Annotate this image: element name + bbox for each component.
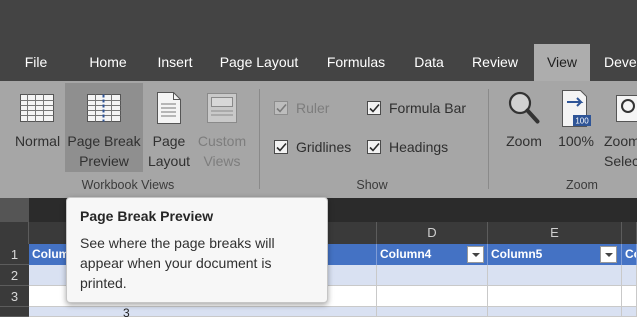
ruler-checkbox[interactable]	[274, 101, 288, 115]
group-divider	[259, 89, 260, 189]
page-layout-label-line1: Page	[152, 133, 186, 149]
zoom-100-button[interactable]: 100 100%	[553, 87, 599, 172]
table-header-cell[interactable]: Column4	[377, 244, 488, 265]
ribbon-tabs: File Home Insert Page Layout Formulas Da…	[0, 44, 637, 81]
table-header-label: Co	[625, 247, 636, 261]
table-header-cell[interactable]: Co	[622, 244, 637, 265]
tooltip-description: See where the page breaks will appear wh…	[80, 235, 275, 291]
row-header-3[interactable]: 3	[0, 286, 29, 307]
table-cell[interactable]	[488, 307, 622, 317]
row-header-4[interactable]	[0, 307, 29, 317]
checkmark-icon	[276, 142, 287, 152]
zoom-button[interactable]: Zoom	[500, 87, 548, 172]
column-header-e[interactable]: E	[488, 222, 622, 244]
tab-data[interactable]: Data	[404, 44, 454, 81]
page-break-preview-button[interactable]: Page Break Preview	[65, 83, 143, 172]
zoom-to-selection-button[interactable]: Zoom Selec	[603, 87, 637, 172]
tab-insert[interactable]: Insert	[146, 44, 204, 81]
table-cell[interactable]	[622, 307, 637, 317]
tooltip: Page Break Preview See where the page br…	[66, 197, 328, 303]
row-header-2[interactable]: 2	[0, 265, 29, 286]
zoom-100-label: 100%	[558, 133, 594, 149]
zoom-100-icon: 100	[562, 90, 591, 127]
workbook-views-group-label: Workbook Views	[81, 178, 175, 192]
ribbon-view: Normal Page Break Preview Page Layout Cu…	[0, 81, 637, 198]
formula-bar-label: Formula Bar	[389, 100, 467, 116]
show-group-label: Show	[356, 178, 388, 192]
zoom-label: Zoom	[506, 133, 542, 149]
zoom-to-selection-label-line2: Selec	[604, 153, 637, 169]
normal-view-icon	[20, 94, 54, 122]
column-header-f[interactable]	[622, 222, 637, 244]
normal-view-label: Normal	[14, 133, 61, 149]
ruler-label: Ruler	[296, 100, 330, 116]
page-break-preview-label-line2: Preview	[79, 153, 129, 169]
table-cell[interactable]	[622, 286, 637, 307]
cell-value: 3	[123, 306, 130, 317]
zoom-to-selection-label-line1: Zoom	[604, 133, 637, 149]
tab-file[interactable]: File	[13, 44, 59, 81]
tooltip-title: Page Break Preview	[80, 208, 214, 224]
filter-dropdown-icon[interactable]	[467, 246, 484, 263]
tab-review[interactable]: Review	[462, 44, 528, 81]
custom-views-icon	[207, 93, 237, 123]
filter-dropdown-icon[interactable]	[600, 246, 617, 263]
checkmark-icon	[369, 142, 380, 152]
group-divider	[488, 89, 489, 189]
page-layout-view-button[interactable]: Page Layout	[145, 87, 193, 172]
page-layout-label-line2: Layout	[147, 153, 191, 169]
page-break-preview-icon	[87, 94, 121, 122]
gridlines-checkbox[interactable]	[274, 140, 288, 154]
tab-view[interactable]: View	[534, 44, 590, 81]
custom-views-label-line1: Custom	[197, 133, 247, 149]
magnifier-icon	[508, 91, 540, 124]
custom-views-label-line2: Views	[203, 153, 241, 169]
table-cell[interactable]	[377, 307, 488, 317]
table-header-label: Column4	[380, 247, 432, 261]
select-all-corner[interactable]	[0, 222, 29, 244]
zoom-group-label: Zoom	[566, 178, 598, 192]
tab-developer[interactable]: Deve	[598, 44, 637, 81]
tab-home[interactable]: Home	[80, 44, 136, 81]
zoom-100-icon-text: 100	[575, 117, 589, 126]
table-cell[interactable]	[377, 265, 488, 286]
table-header-label: Column5	[491, 247, 543, 261]
table-cell[interactable]	[622, 265, 637, 286]
custom-views-button[interactable]: Custom Views	[195, 87, 249, 172]
normal-view-button[interactable]: Normal	[10, 87, 65, 172]
checkmark-icon	[369, 103, 380, 113]
row-header-1[interactable]: 1	[0, 244, 29, 265]
table-header-cell[interactable]: Column5	[488, 244, 622, 265]
gridlines-label: Gridlines	[296, 139, 352, 155]
page-layout-icon	[157, 92, 181, 124]
table-cell[interactable]	[488, 286, 622, 307]
table-cell[interactable]: 3	[29, 307, 377, 317]
headings-label: Headings	[389, 139, 449, 155]
page-break-preview-label-line1: Page Break	[67, 133, 141, 149]
formula-bar-checkbox[interactable]	[367, 101, 381, 115]
table-header-label: Colum	[32, 247, 70, 261]
zoom-to-selection-icon	[616, 95, 637, 122]
tab-page-layout[interactable]: Page Layout	[212, 44, 306, 81]
table-cell[interactable]	[377, 286, 488, 307]
checkmark-icon	[276, 103, 287, 113]
column-header-d[interactable]: D	[377, 222, 488, 244]
table-cell[interactable]	[488, 265, 622, 286]
headings-checkbox[interactable]	[367, 140, 381, 154]
tab-formulas[interactable]: Formulas	[316, 44, 396, 81]
